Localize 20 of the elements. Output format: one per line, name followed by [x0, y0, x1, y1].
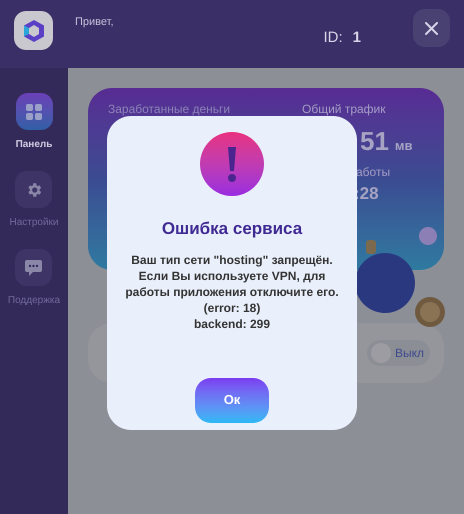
vpn-toggle[interactable]: Выкл: [366, 340, 430, 366]
logo-icon: [14, 11, 53, 50]
close-icon: [425, 22, 438, 34]
ok-button[interactable]: Ок: [195, 378, 269, 422]
traffic-value: 51: [360, 125, 389, 158]
dialog-title: Ошибка сервиса: [162, 218, 302, 240]
uptime-label: аботы: [356, 164, 390, 181]
dialog-detail: backend: 299: [194, 316, 270, 332]
traffic-label: Общий трафик: [302, 101, 386, 118]
traffic-unit: мв: [394, 137, 413, 155]
sidebar-item[interactable]: Настройки: [9, 171, 59, 230]
grid-icon: [26, 104, 42, 120]
chat-icon: [25, 260, 42, 276]
id-value: 1: [352, 28, 361, 48]
id-label: ID:: [323, 28, 343, 48]
dialog-message: Ваш тип сети "hosting" запрещён. Если Вы используете VPN, для работы приложения отключите его. (error: 18): [124, 252, 340, 316]
close-button[interactable]: [413, 9, 450, 47]
sidebar-item[interactable]: Поддержка: [8, 249, 60, 308]
greeting-text: Привет,: [75, 15, 114, 30]
earned-label: Заработанные деньги: [108, 101, 230, 118]
